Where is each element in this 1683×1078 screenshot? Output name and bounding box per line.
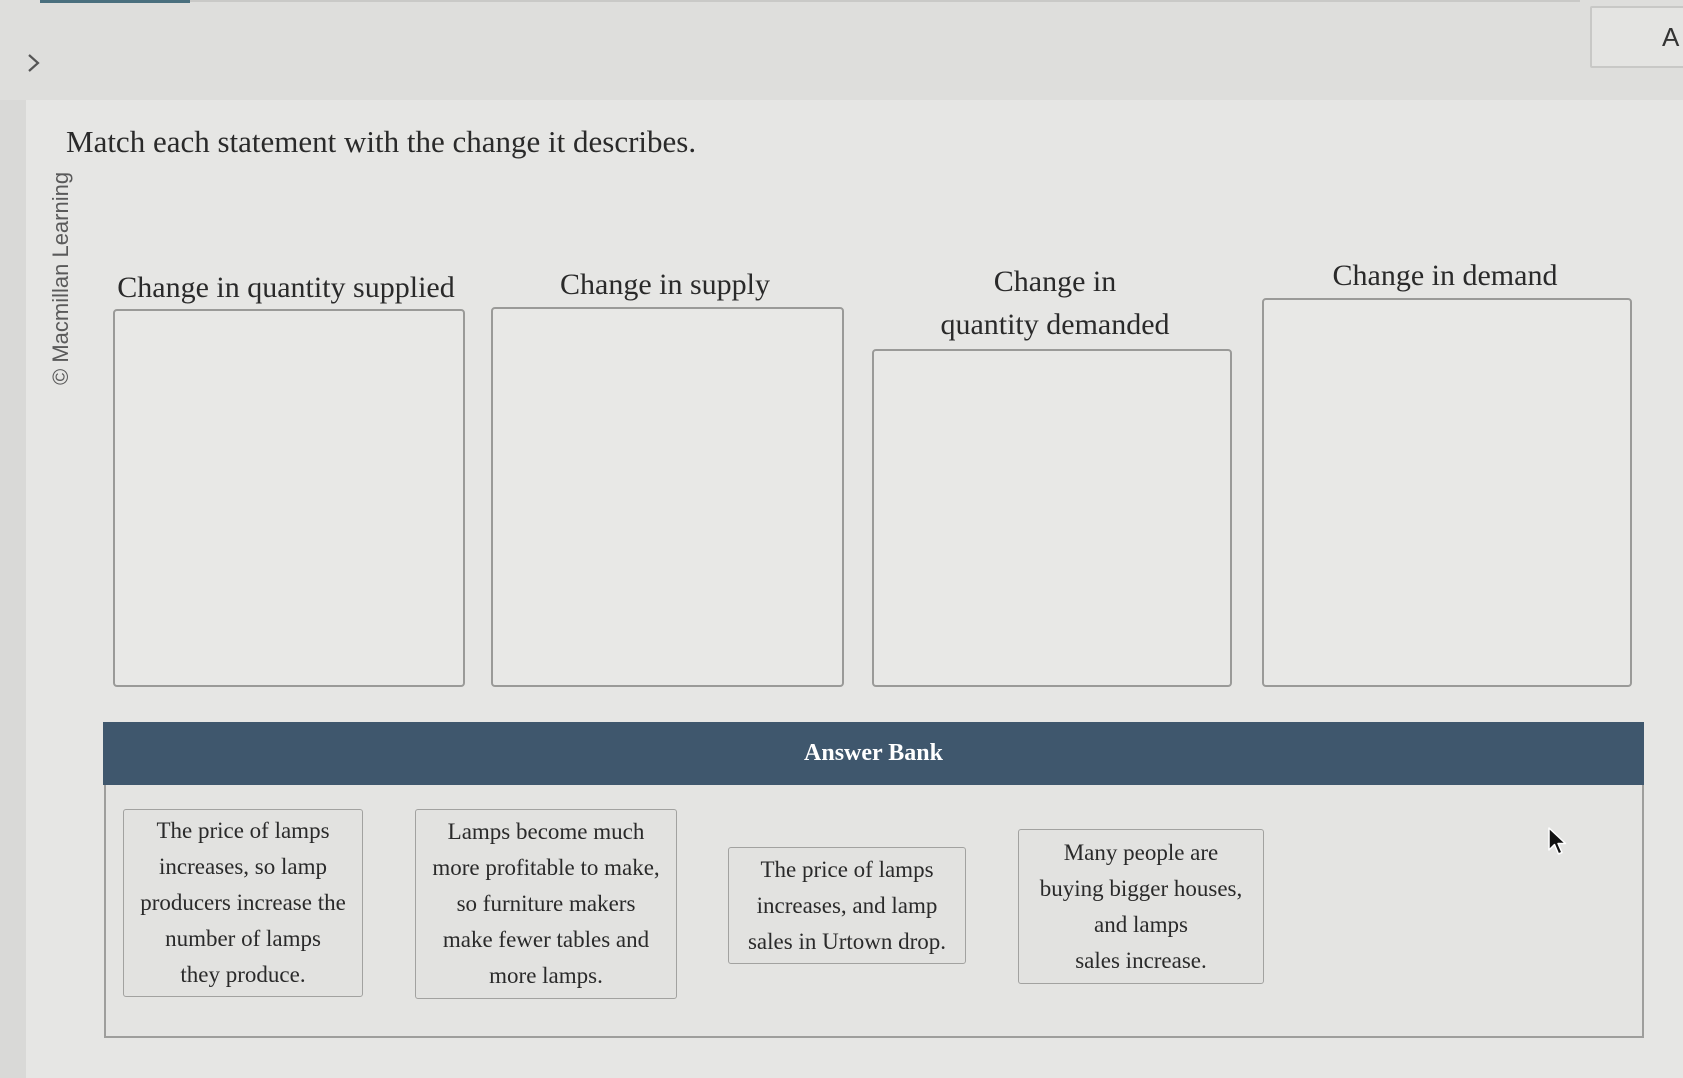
mouse-pointer-icon <box>1548 827 1567 855</box>
drop-zone-quantity-supplied[interactable] <box>113 309 465 687</box>
question-prompt: Match each statement with the change it … <box>66 124 697 159</box>
category-label-demand: Change in demand <box>1332 259 1558 292</box>
top-right-button-label: A <box>1662 22 1680 52</box>
answer-card-text: The price of lamps increases, so lamp pr… <box>140 818 346 987</box>
answer-card[interactable]: The price of lamps increases, and lamp s… <box>728 847 966 964</box>
answer-card-text: Lamps become much more profitable to mak… <box>432 819 660 988</box>
copyright-credit: © Macmillan Learning <box>48 171 73 385</box>
drop-zone-demand[interactable] <box>1262 298 1632 687</box>
category-label-supply: Change in supply <box>560 268 770 301</box>
active-tab-indicator <box>40 0 190 3</box>
top-divider <box>180 0 1580 2</box>
drop-zone-quantity-demanded[interactable] <box>872 349 1232 687</box>
answer-card-text: Many people are buying bigger houses, an… <box>1039 839 1243 973</box>
answer-bank-header: Answer Bank <box>103 722 1644 785</box>
category-label-quantity-supplied: Change in quantity supplied <box>117 271 455 304</box>
drop-zone-supply[interactable] <box>491 307 844 687</box>
chevron-right-icon[interactable] <box>22 52 44 74</box>
category-label-quantity-demanded: Change in quantity demanded <box>940 265 1170 341</box>
answer-card[interactable]: Many people are buying bigger houses, an… <box>1018 829 1264 984</box>
answer-card[interactable]: Lamps become much more profitable to mak… <box>415 809 677 999</box>
answer-card-text: The price of lamps increases, and lamp s… <box>747 856 947 954</box>
top-bar <box>0 0 1683 100</box>
answer-card[interactable]: The price of lamps increases, so lamp pr… <box>123 809 363 997</box>
